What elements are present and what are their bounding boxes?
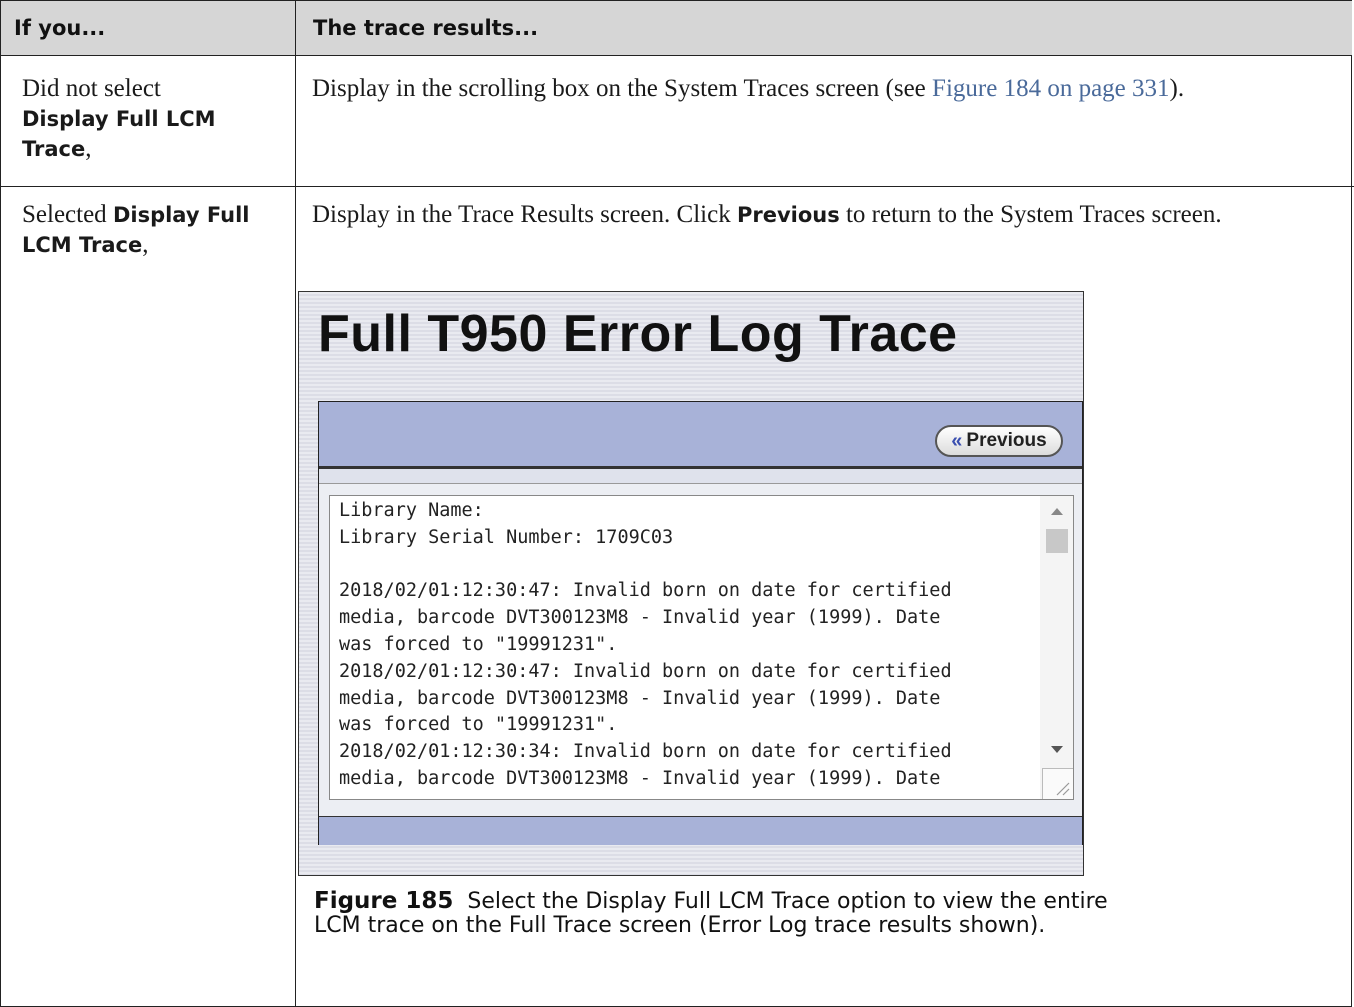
- trace-line: 2018/02/01:12:30:47: Invalid born on dat…: [339, 580, 952, 602]
- scrollbar[interactable]: [1040, 496, 1073, 799]
- trace-line: was forced to "19991231".: [339, 633, 618, 655]
- trace-line: [339, 552, 1049, 579]
- figure-caption: Figure 185 Select the Display Full LCM T…: [314, 889, 1134, 938]
- figure-184-link[interactable]: Figure 184 on page 331: [932, 75, 1169, 102]
- resize-grip-icon[interactable]: [1042, 768, 1073, 799]
- trace-line: Library Name:: [339, 500, 484, 521]
- trace-scroll-box[interactable]: Library Name: Library Serial Number: 1709…: [329, 495, 1074, 800]
- trace-line: 2018/02/01:12:30:34: Invalid born on dat…: [339, 741, 952, 763]
- trace-line: media, barcode DVT300123M8 - Invalid yea…: [339, 607, 941, 629]
- panel-footer: [319, 816, 1082, 845]
- column-divider: [295, 0, 296, 1007]
- double-chevron-left-icon: «: [951, 429, 963, 452]
- trace-line: 2018/02/01:12:30:47: Invalid born on dat…: [339, 660, 952, 682]
- panel-divider-strip: [319, 469, 1082, 484]
- row1-result: Display in the scrolling box on the Syst…: [312, 75, 1185, 102]
- trace-line: was forced to "19991231".: [339, 714, 618, 736]
- header-trace-results: The trace results...: [313, 16, 539, 40]
- row1-condition: Did not select Display Full LCM Trace,: [22, 75, 216, 162]
- previous-button[interactable]: « Previous: [935, 425, 1063, 457]
- trace-results-screenshot: Full T950 Error Log Trace « Previous Lib…: [298, 291, 1084, 876]
- trace-output: Library Name: Library Serial Number: 1709…: [339, 498, 1049, 793]
- screen-title: Full T950 Error Log Trace: [318, 305, 958, 363]
- scroll-thumb[interactable]: [1046, 529, 1068, 553]
- row2-condition: Selected Display Full LCM Trace,: [22, 201, 250, 258]
- trace-line: media, barcode DVT300123M8 - Invalid yea…: [339, 767, 941, 789]
- previous-button-label: Previous: [966, 430, 1047, 451]
- previous-term: Previous: [736, 203, 840, 227]
- trace-line: Library Serial Number: 1709C03: [339, 526, 674, 548]
- table-header-row: If you... The trace results...: [1, 1, 1352, 56]
- header-if-you: If you...: [14, 16, 106, 40]
- row-divider: [0, 186, 1354, 187]
- scroll-down-arrow-icon[interactable]: [1051, 746, 1063, 753]
- panel-toolbar: « Previous: [319, 402, 1082, 469]
- row2-result: Display in the Trace Results screen. Cli…: [312, 201, 1222, 228]
- row1-option-name: Display Full LCM Trace: [22, 107, 216, 161]
- trace-line: media, barcode DVT300123M8 - Invalid yea…: [339, 687, 941, 709]
- trace-panel: « Previous Library Name: Library Serial N…: [318, 401, 1083, 845]
- figure-label: Figure 185: [314, 888, 454, 914]
- scroll-up-arrow-icon[interactable]: [1051, 508, 1063, 515]
